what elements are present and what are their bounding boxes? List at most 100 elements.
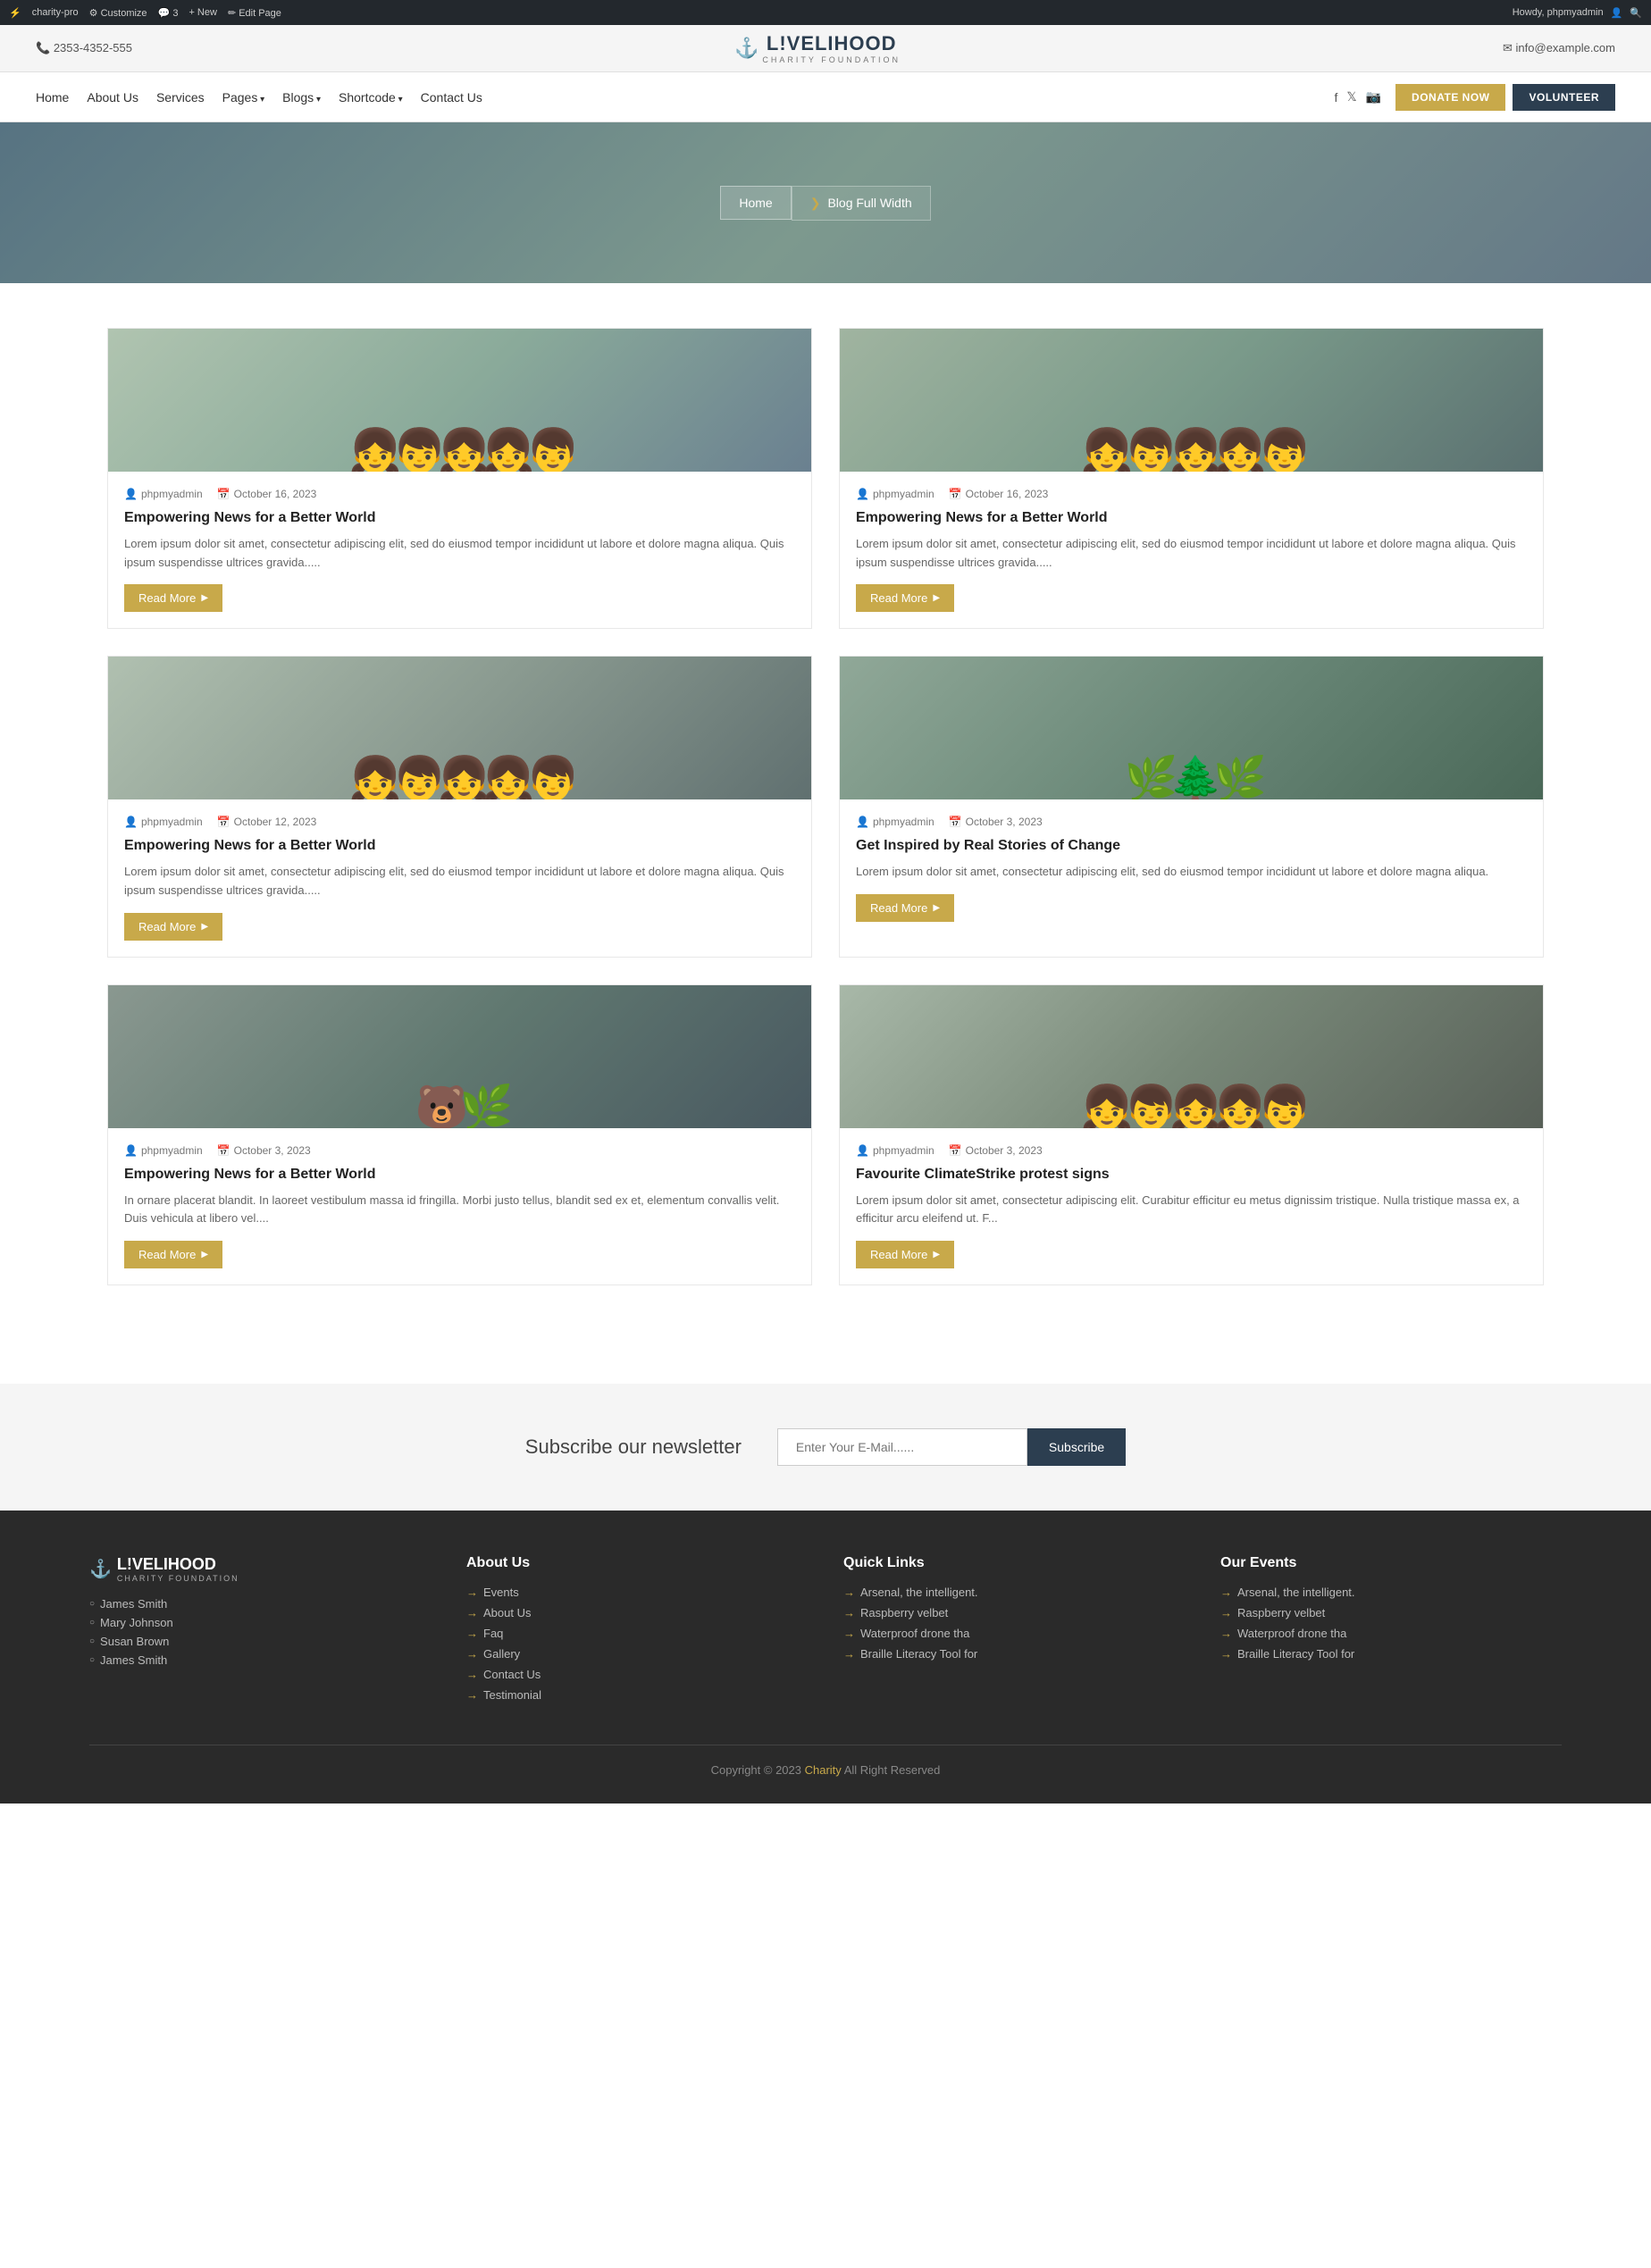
footer-event-link-3[interactable]: Waterproof drone tha [1220, 1627, 1562, 1640]
admin-user: Howdy, phpmyadmin [1513, 7, 1604, 18]
blog-card-image [108, 985, 811, 1128]
logo-subtitle: CHARITY FOUNDATION [762, 55, 901, 64]
read-more-button[interactable]: Read More [856, 1241, 954, 1268]
admin-comments[interactable]: 💬 3 [158, 7, 179, 19]
user-icon: 👤 [856, 816, 869, 828]
blog-card-image [840, 329, 1543, 472]
phone-icon: 📞 [36, 41, 50, 54]
nav-cta-buttons: DONATE NOW VOLUNTEER [1395, 84, 1615, 111]
volunteer-button[interactable]: VOLUNTEER [1513, 84, 1615, 111]
read-more-button[interactable]: Read More [856, 584, 954, 612]
read-more-button[interactable]: Read More [124, 1241, 222, 1268]
nav-contact[interactable]: Contact Us [421, 90, 482, 105]
blog-meta: 👤 phpmyadmin 📅 October 16, 2023 [856, 488, 1527, 500]
footer-quick-col: Quick Links Arsenal, the intelligent. Ra… [843, 1555, 1185, 1709]
blog-author: 👤 phpmyadmin [856, 1144, 934, 1157]
blog-card: 👤 phpmyadmin 📅 October 3, 2023 Empowerin… [107, 984, 812, 1285]
breadcrumb-home[interactable]: Home [720, 186, 791, 220]
blog-date: 📅 October 12, 2023 [217, 816, 317, 828]
post-date: October 16, 2023 [234, 488, 317, 500]
blog-card-image [840, 657, 1543, 799]
nav-home[interactable]: Home [36, 90, 69, 105]
footer-event-link-4[interactable]: Braille Literacy Tool for [1220, 1647, 1562, 1661]
newsletter-subscribe-button[interactable]: Subscribe [1027, 1428, 1126, 1466]
footer-link-events[interactable]: Events [466, 1586, 808, 1599]
admin-edit-page[interactable]: ✏ Edit Page [228, 7, 281, 19]
footer-quick-link-4[interactable]: Braille Literacy Tool for [843, 1647, 1185, 1661]
nav-pages[interactable]: Pages [222, 90, 265, 105]
site-logo[interactable]: ⚓ L!VELIHOOD CHARITY FOUNDATION [734, 32, 901, 64]
donate-button[interactable]: DONATE NOW [1395, 84, 1505, 111]
read-more-button[interactable]: Read More [124, 584, 222, 612]
blog-title: Empowering News for a Better World [124, 837, 795, 856]
post-date: October 3, 2023 [966, 816, 1043, 828]
footer-link-contact[interactable]: Contact Us [466, 1668, 808, 1681]
newsletter-form: Subscribe [777, 1428, 1126, 1466]
admin-customize[interactable]: ⚙ Customize [89, 7, 147, 19]
blog-excerpt: In ornare placerat blandit. In laoreet v… [124, 1192, 795, 1229]
calendar-icon: 📅 [949, 1144, 962, 1157]
footer-events-links: Arsenal, the intelligent. Raspberry velb… [1220, 1586, 1562, 1661]
newsletter-email-input[interactable] [777, 1428, 1027, 1466]
footer-quick-links: Arsenal, the intelligent. Raspberry velb… [843, 1586, 1185, 1661]
footer-quick-link-1[interactable]: Arsenal, the intelligent. [843, 1586, 1185, 1599]
footer-logo: ⚓ L!VELIHOOD CHARITY FOUNDATION [89, 1555, 431, 1583]
wp-icon[interactable]: ⚡ [9, 7, 21, 19]
instagram-icon[interactable]: 📷 [1366, 89, 1381, 105]
blog-image-children [840, 329, 1543, 472]
footer-event-link-2[interactable]: Raspberry velbet [1220, 1606, 1562, 1619]
author-name: phpmyadmin [873, 816, 934, 828]
read-more-button[interactable]: Read More [124, 913, 222, 941]
footer-logo-name: L!VELIHOOD [117, 1555, 239, 1574]
nav-about[interactable]: About Us [87, 90, 138, 105]
twitter-icon[interactable]: 𝕏 [1346, 89, 1356, 105]
footer-link-gallery[interactable]: Gallery [466, 1647, 808, 1661]
blog-card-content: 👤 phpmyadmin 📅 October 12, 2023 Empoweri… [108, 799, 811, 956]
footer-about-title: About Us [466, 1555, 808, 1571]
blog-author: 👤 phpmyadmin [856, 816, 934, 828]
calendar-icon: 📅 [217, 488, 230, 500]
nav-blogs[interactable]: Blogs [282, 90, 321, 105]
blog-author: 👤 phpmyadmin [124, 488, 203, 500]
email-address: info@example.com [1516, 41, 1615, 54]
blog-card: 👤 phpmyadmin 📅 October 16, 2023 Empoweri… [107, 328, 812, 629]
post-date: October 3, 2023 [234, 1144, 311, 1157]
facebook-icon[interactable]: f [1334, 90, 1337, 105]
blog-author: 👤 phpmyadmin [124, 816, 203, 828]
logo-name: L!VELIHOOD [762, 32, 901, 55]
blog-meta: 👤 phpmyadmin 📅 October 3, 2023 [856, 1144, 1527, 1157]
admin-bar-left: ⚡ charity-pro ⚙ Customize 💬 3 + New ✏ Ed… [9, 7, 281, 19]
post-date: October 12, 2023 [234, 816, 317, 828]
blog-meta: 👤 phpmyadmin 📅 October 12, 2023 [124, 816, 795, 828]
footer-about-col: About Us Events About Us Faq Gallery Con… [466, 1555, 808, 1709]
blog-image-bear [108, 985, 811, 1128]
blog-section: 👤 phpmyadmin 📅 October 16, 2023 Empoweri… [0, 283, 1651, 1330]
calendar-icon: 📅 [217, 816, 230, 828]
admin-new[interactable]: + New [189, 7, 217, 18]
admin-search-icon[interactable]: 🔍 [1630, 7, 1642, 19]
blog-image-children2 [840, 985, 1543, 1128]
blog-date: 📅 October 3, 2023 [217, 1144, 311, 1157]
blog-card: 👤 phpmyadmin 📅 October 12, 2023 Empoweri… [107, 656, 812, 957]
author-name: phpmyadmin [873, 1144, 934, 1157]
email-info: ✉ info@example.com [1503, 41, 1615, 55]
footer-link-about[interactable]: About Us [466, 1606, 808, 1619]
read-more-button[interactable]: Read More [856, 894, 954, 922]
footer-link-faq[interactable]: Faq [466, 1627, 808, 1640]
footer-quick-title: Quick Links [843, 1555, 1185, 1571]
footer-quick-link-3[interactable]: Waterproof drone tha [843, 1627, 1185, 1640]
post-date: October 16, 2023 [966, 488, 1049, 500]
calendar-icon: 📅 [217, 1144, 230, 1157]
footer-event-link-1[interactable]: Arsenal, the intelligent. [1220, 1586, 1562, 1599]
nav-shortcode[interactable]: Shortcode [339, 90, 403, 105]
hero-banner: Home Blog Full Width [0, 122, 1651, 283]
brand-name[interactable]: Charity [805, 1763, 842, 1777]
blog-excerpt: Lorem ipsum dolor sit amet, consectetur … [856, 1192, 1527, 1229]
copyright-text: Copyright © 2023 [711, 1763, 801, 1777]
footer-quick-link-2[interactable]: Raspberry velbet [843, 1606, 1185, 1619]
admin-charity-pro[interactable]: charity-pro [32, 7, 79, 18]
nav-services[interactable]: Services [156, 90, 205, 105]
admin-bar-right: Howdy, phpmyadmin 👤 🔍 [1513, 7, 1642, 19]
footer-link-testimonial[interactable]: Testimonial [466, 1688, 808, 1702]
blog-meta: 👤 phpmyadmin 📅 October 3, 2023 [856, 816, 1527, 828]
